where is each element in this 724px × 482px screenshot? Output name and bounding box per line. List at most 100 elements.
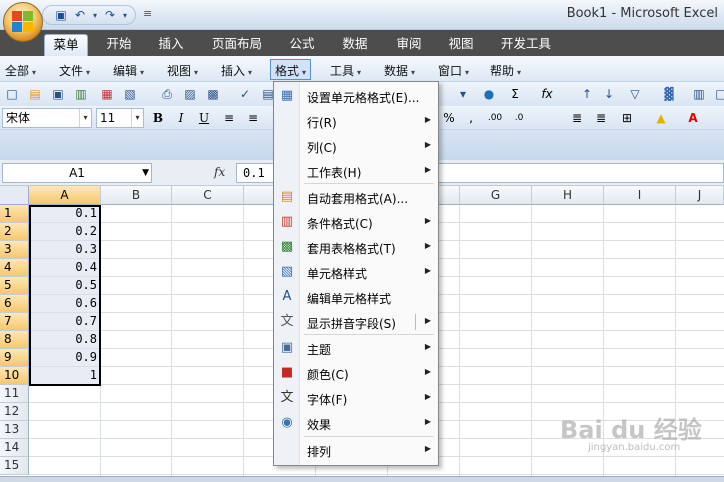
redo-dropdown-icon[interactable]: ▾ (121, 11, 129, 20)
increase-decimal-icon[interactable]: .00 (486, 109, 504, 127)
menu-insert[interactable]: 插入 ▾ (221, 62, 252, 79)
format-menu-item[interactable]: 排列 ▶ (274, 439, 438, 461)
menu-view[interactable]: 视图 ▾ (167, 62, 198, 79)
research-icon[interactable]: ▨ (181, 85, 199, 103)
cell-a4[interactable]: 0.4 (30, 259, 100, 276)
row-header[interactable]: 5 (0, 277, 29, 295)
copy-format-icon[interactable]: ▩ (204, 85, 222, 103)
menu-tools[interactable]: 工具 ▾ (330, 62, 361, 79)
chart-icon[interactable]: ▓ (660, 85, 678, 103)
autosum-icon[interactable]: Σ (506, 85, 524, 103)
row-header[interactable]: 2 (0, 223, 29, 241)
tab-page-layout[interactable]: 页面布局 (206, 34, 268, 56)
tab-developer[interactable]: 开发工具 (494, 34, 558, 56)
undo-dropdown-icon[interactable]: ▾ (91, 11, 99, 20)
format-menu-item[interactable]: ▣ 主题 ▶ (274, 337, 438, 359)
font-size-combo[interactable]: 11 ▾ (96, 108, 144, 128)
sort-ascending-icon[interactable]: ↑ (578, 85, 596, 103)
format-menu-item[interactable]: 文字体(F) ▶ (274, 387, 438, 409)
align-left-icon[interactable]: ≡ (220, 109, 238, 127)
tab-menu[interactable]: 菜单 (44, 34, 88, 56)
menu-data[interactable]: 数据 ▾ (384, 62, 415, 79)
fill-color-icon[interactable]: ▲ (652, 109, 670, 127)
decrease-indent-icon[interactable]: ≣ (568, 109, 586, 127)
format-menu-item[interactable]: ◉ 效果 ▶ (274, 412, 438, 434)
zoom-icon[interactable]: □ (712, 85, 724, 103)
spelling-icon[interactable]: ✓ (236, 85, 254, 103)
hyperlink-icon[interactable]: ● (480, 85, 498, 103)
row-header[interactable]: 8 (0, 331, 29, 349)
row-header[interactable]: 14 (0, 439, 29, 457)
print-icon[interactable]: ▧ (121, 85, 139, 103)
column-header-c[interactable]: C (172, 186, 244, 205)
format-menu-item[interactable]: 列(C) ▶ (274, 135, 438, 157)
row-header[interactable]: 4 (0, 259, 29, 277)
function-icon[interactable]: fx (538, 85, 556, 103)
dropdown-arrow-icon[interactable]: ▾ (454, 85, 472, 103)
cell-a10[interactable]: 1 (30, 367, 100, 384)
row-header[interactable]: 3 (0, 241, 29, 259)
increase-indent-icon[interactable]: ≣ (592, 109, 610, 127)
undo-icon[interactable]: ↶ (72, 8, 88, 22)
tab-review[interactable]: 审阅 (388, 34, 430, 56)
drawing-icon[interactable]: ▥ (690, 85, 708, 103)
save-icon[interactable]: ▣ (49, 85, 67, 103)
cell-a5[interactable]: 0.5 (30, 277, 100, 294)
menu-window[interactable]: 窗口 ▾ (438, 62, 469, 79)
percent-icon[interactable]: % (440, 109, 458, 127)
cell-a2[interactable]: 0.2 (30, 223, 100, 240)
select-all-button[interactable] (0, 186, 29, 205)
permission-icon[interactable]: ▥ (72, 85, 90, 103)
office-button[interactable] (3, 2, 43, 42)
tab-insert[interactable]: 插入 (150, 34, 192, 56)
align-center-icon[interactable]: ≡ (244, 109, 262, 127)
cell-a8[interactable]: 0.8 (30, 331, 100, 348)
format-menu-item[interactable]: 行(R) ▶ (274, 110, 438, 132)
menu-format[interactable]: 格式 ▾ (270, 59, 312, 80)
borders-icon[interactable]: ⊞ (618, 109, 636, 127)
column-header-h[interactable]: H (532, 186, 604, 205)
new-icon[interactable]: □ (3, 85, 21, 103)
cell-a3[interactable]: 0.3 (30, 241, 100, 258)
customize-qat-icon[interactable]: ≡ (143, 7, 152, 20)
comma-style-icon[interactable]: , (462, 109, 480, 127)
font-name-combo[interactable]: 宋体 ▾ (2, 108, 92, 128)
format-menu-item[interactable]: 工作表(H) ▶ (274, 160, 438, 182)
row-header[interactable]: 9 (0, 349, 29, 367)
row-header[interactable]: 1 (0, 205, 29, 223)
format-menu-item[interactable]: A 编辑单元格样式 (274, 286, 438, 308)
redo-icon[interactable]: ↷ (102, 8, 118, 22)
menu-all[interactable]: 全部 ▾ (5, 62, 36, 79)
print-preview-pdf-icon[interactable]: ▦ (98, 85, 116, 103)
filter-icon[interactable]: ▽ (626, 85, 644, 103)
row-header[interactable]: 10 (0, 367, 29, 385)
menu-file[interactable]: 文件 ▾ (59, 62, 90, 79)
column-header-b[interactable]: B (101, 186, 172, 205)
open-icon[interactable]: ▤ (26, 85, 44, 103)
font-color-icon[interactable]: A (684, 109, 702, 127)
format-menu-item[interactable]: ▩ 套用表格格式(T) ▶ (274, 236, 438, 258)
format-menu-item[interactable]: ▧ 单元格样式 ▶ (274, 261, 438, 283)
row-header[interactable]: 7 (0, 313, 29, 331)
bold-icon[interactable]: B (149, 109, 167, 127)
format-menu-item[interactable]: ▥ 条件格式(C) ▶ (274, 211, 438, 233)
tab-formulas[interactable]: 公式 (282, 34, 322, 56)
row-header[interactable]: 15 (0, 457, 29, 475)
format-menu-item[interactable]: ■ 颜色(C) ▶ (274, 362, 438, 384)
sort-descending-icon[interactable]: ↓ (600, 85, 618, 103)
row-header[interactable]: 12 (0, 403, 29, 421)
menu-edit[interactable]: 编辑 ▾ (113, 62, 144, 79)
tab-view[interactable]: 视图 (440, 34, 482, 56)
print-preview-icon[interactable]: ⎙ (158, 85, 176, 103)
cell-a1[interactable]: 0.1 (30, 205, 100, 222)
insert-function-icon[interactable]: fx (214, 165, 225, 179)
column-header-a[interactable]: A (29, 186, 101, 205)
format-menu-item[interactable]: ▦ 设置单元格格式(E)... (274, 85, 438, 107)
save-icon[interactable]: ▣ (53, 8, 69, 22)
tab-data[interactable]: 数据 (334, 34, 376, 56)
column-header-g[interactable]: G (460, 186, 532, 205)
row-header[interactable]: 6 (0, 295, 29, 313)
format-menu-item[interactable]: 文显示拼音字段(S) ▶ (274, 311, 438, 333)
tab-home[interactable]: 开始 (98, 34, 140, 56)
row-header[interactable]: 13 (0, 421, 29, 439)
